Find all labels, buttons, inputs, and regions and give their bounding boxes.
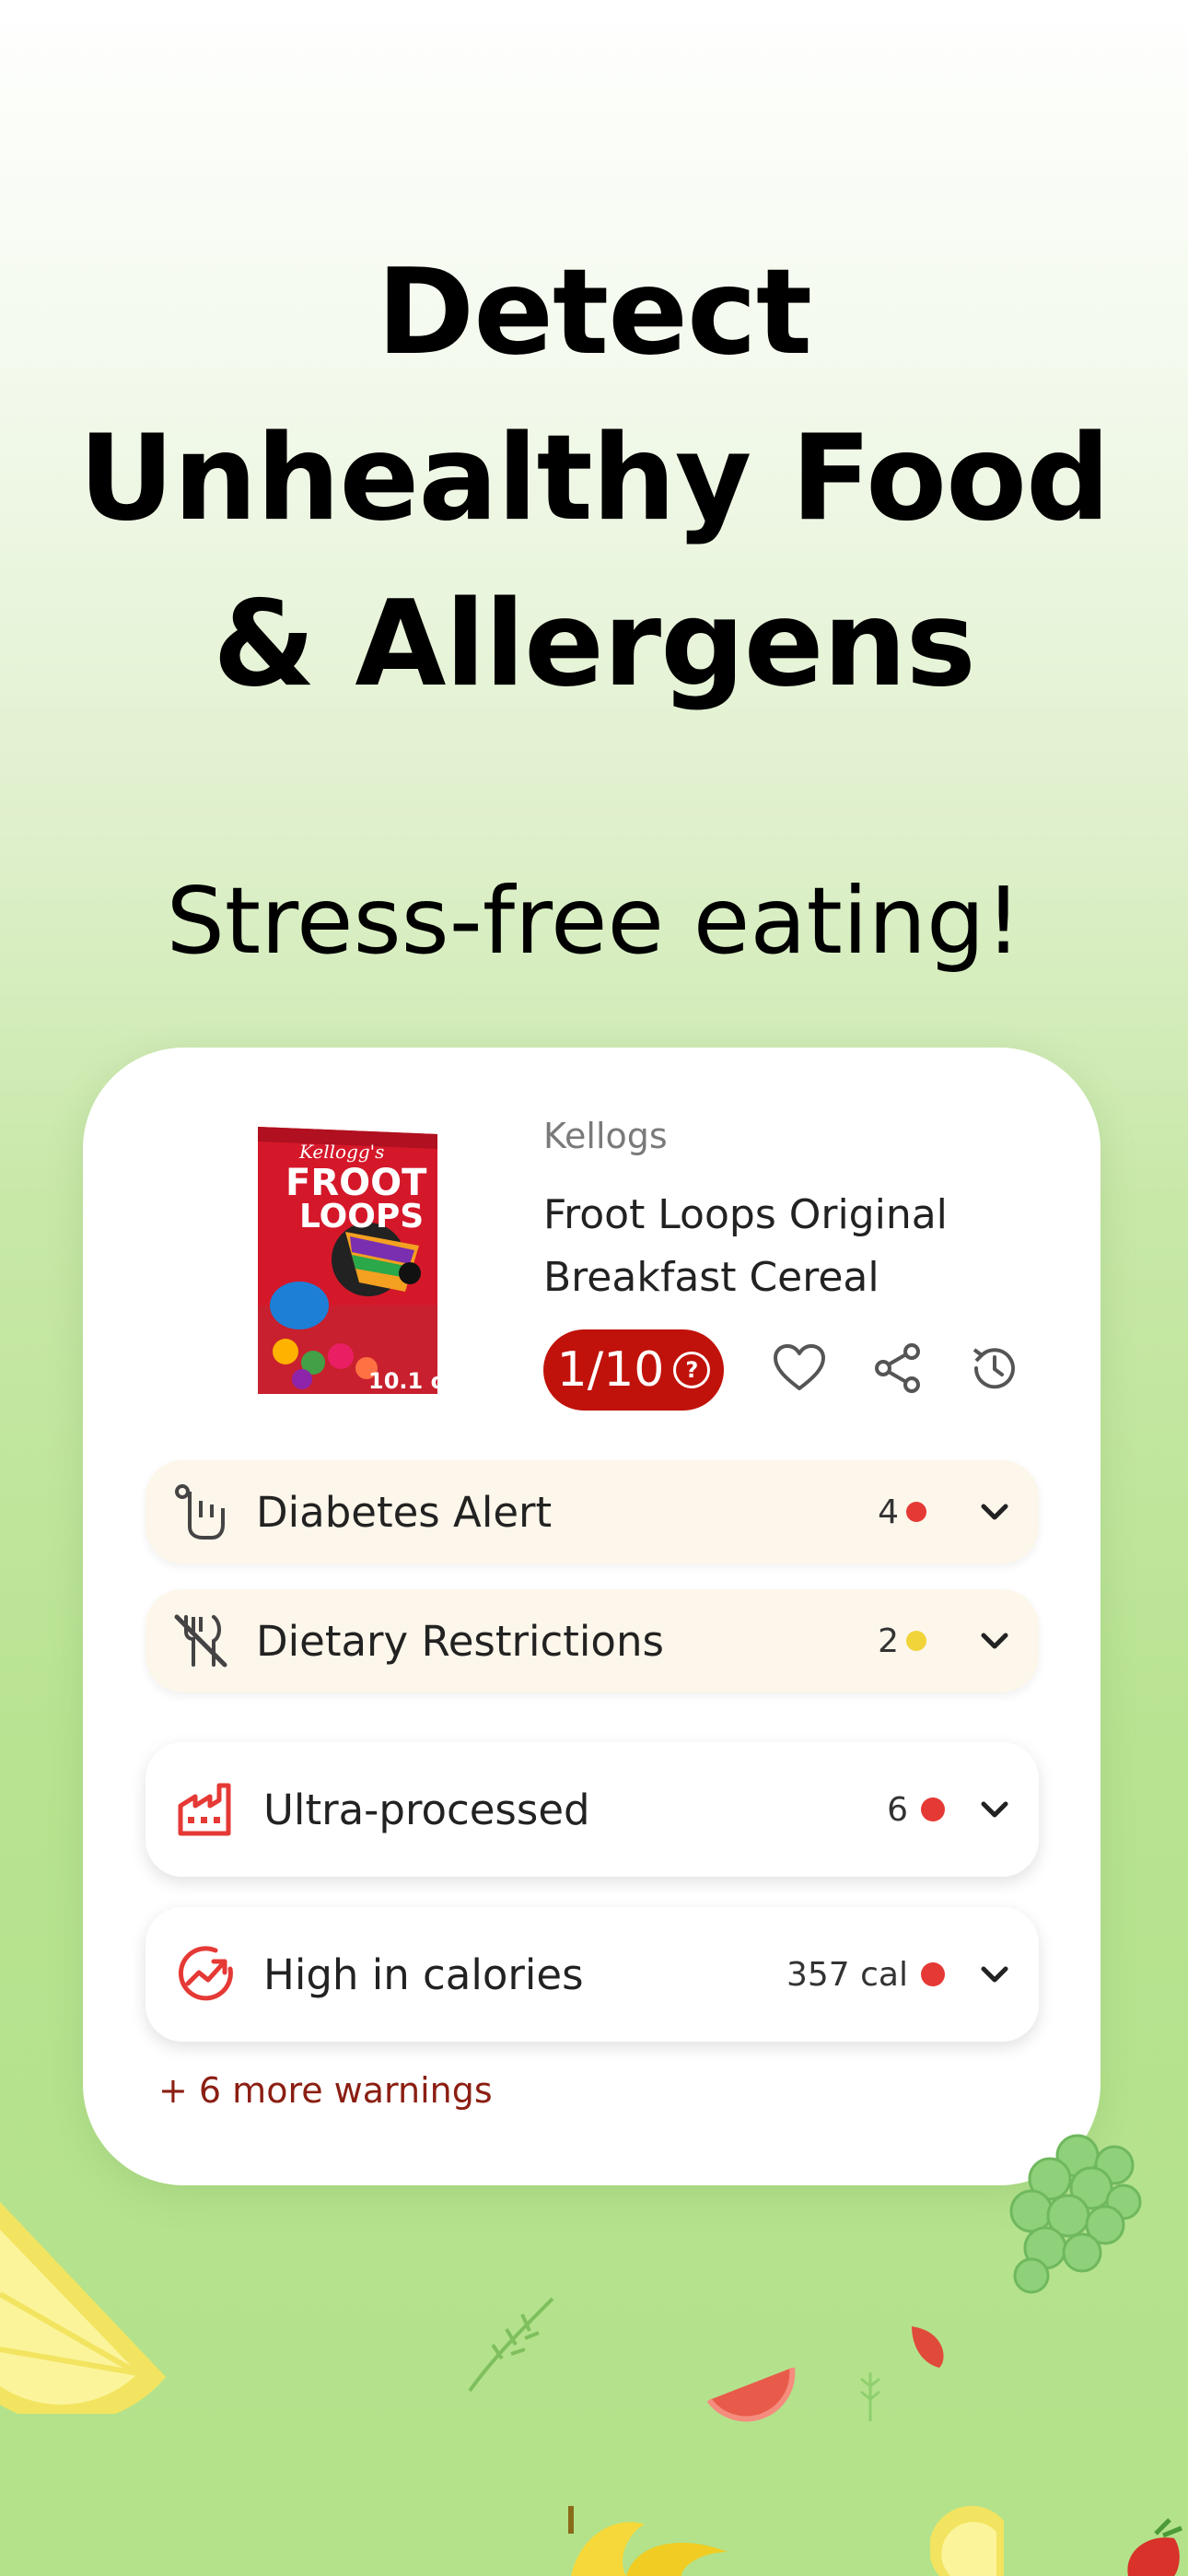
product-name: Froot Loops Original Breakfast Cereal — [543, 1191, 948, 1301]
heart-icon[interactable] — [772, 1341, 827, 1396]
status-dot-yellow — [906, 1631, 926, 1651]
box-weight: 10.1 oz — [368, 1368, 447, 1394]
warning-count: 2 — [878, 1622, 899, 1660]
chevron-down-icon[interactable] — [976, 1622, 1013, 1659]
warning-row-diabetes[interactable]: Diabetes Alert 4 — [146, 1460, 1039, 1563]
warning-row-ultra-processed[interactable]: Ultra-processed 6 — [146, 1742, 1039, 1877]
box-title-2: LOOPS — [299, 1198, 424, 1235]
product-brand: Kellogs — [543, 1116, 668, 1156]
no-utensils-icon — [174, 1614, 227, 1668]
warning-count: 6 — [887, 1790, 908, 1829]
headline-line-3: & Allergens — [213, 576, 976, 713]
lemon-wedge-icon — [930, 2505, 1004, 2576]
warning-label: Diabetes Alert — [256, 1487, 553, 1537]
chevron-down-icon[interactable] — [976, 1791, 1013, 1828]
product-image: Kellogg's FROOT LOOPS 10.1 oz — [258, 1127, 447, 1394]
small-sprig-icon — [860, 2372, 880, 2421]
score-value: 1/10 — [556, 1342, 665, 1398]
status-dot-red — [906, 1502, 926, 1522]
warning-label: Dietary Restrictions — [256, 1616, 664, 1666]
watermelon-slice-icon — [706, 2367, 796, 2422]
status-dot-red — [921, 1797, 945, 1821]
warning-label: Ultra-processed — [263, 1785, 590, 1834]
lemon-slice-icon — [0, 2202, 166, 2414]
subheadline: Stress-free eating! — [166, 867, 1022, 975]
chevron-down-icon[interactable] — [976, 1956, 1013, 1993]
herb-leaf-icon — [468, 2297, 554, 2393]
headline-line-2: Unhealthy Food — [78, 410, 1110, 547]
banana-icon — [568, 2506, 728, 2576]
hand-pointer-icon — [175, 1484, 225, 1540]
headline: Detect Unhealthy Food & Allergens — [0, 230, 1188, 728]
warning-count: 357 cal — [786, 1955, 908, 1994]
strawberry-icon — [1127, 2518, 1182, 2576]
status-dot-red — [921, 1962, 945, 1986]
warning-row-calories[interactable]: High in calories 357 cal — [146, 1907, 1039, 2042]
red-leaf-icon — [912, 2326, 944, 2368]
box-brand-text: Kellogg's — [298, 1141, 384, 1163]
grapes-icon — [1009, 2134, 1142, 2294]
history-icon[interactable] — [967, 1341, 1022, 1396]
share-icon[interactable] — [870, 1341, 926, 1396]
score-badge[interactable]: 1/10 ? — [543, 1329, 724, 1411]
trending-up-icon — [178, 1946, 233, 2001]
factory-icon — [178, 1783, 231, 1836]
product-card: Kellogg's FROOT LOOPS 10.1 oz Kellogs Fr… — [83, 1048, 1101, 2185]
chevron-down-icon[interactable] — [976, 1493, 1013, 1530]
help-icon[interactable]: ? — [673, 1352, 711, 1388]
warning-count: 4 — [878, 1493, 899, 1531]
headline-line-1: Detect — [376, 244, 812, 381]
warning-row-dietary[interactable]: Dietary Restrictions 2 — [146, 1589, 1039, 1692]
more-warnings-link[interactable]: + 6 more warnings — [158, 2070, 493, 2111]
warning-label: High in calories — [263, 1950, 584, 1999]
